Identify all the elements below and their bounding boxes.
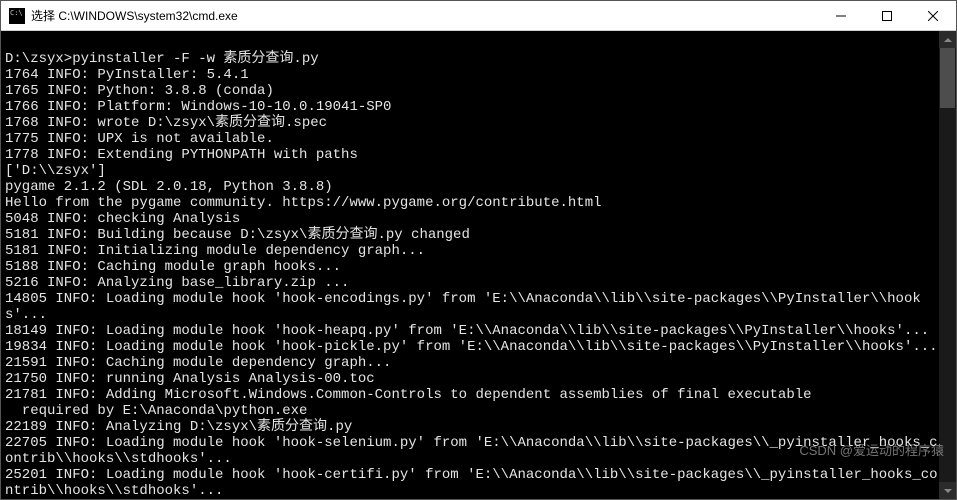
scroll-track[interactable] bbox=[939, 48, 956, 482]
terminal-area: D:\zsyx>pyinstaller -F -w 素质分查询.py 1764 … bbox=[1, 31, 956, 499]
close-button[interactable] bbox=[910, 1, 956, 31]
vertical-scrollbar[interactable] bbox=[939, 31, 956, 499]
minimize-icon bbox=[836, 11, 846, 21]
maximize-button[interactable] bbox=[864, 1, 910, 31]
titlebar[interactable]: 选择 C:\WINDOWS\system32\cmd.exe bbox=[1, 1, 956, 31]
cmd-window: 选择 C:\WINDOWS\system32\cmd.exe D:\zsyx>p… bbox=[0, 0, 957, 500]
maximize-icon bbox=[882, 11, 892, 21]
chevron-down-icon bbox=[944, 487, 952, 495]
scroll-up-button[interactable] bbox=[939, 31, 956, 48]
scroll-thumb[interactable] bbox=[940, 48, 955, 108]
close-icon bbox=[928, 11, 938, 21]
window-title: 选择 C:\WINDOWS\system32\cmd.exe bbox=[31, 7, 238, 24]
scroll-down-button[interactable] bbox=[939, 482, 956, 499]
chevron-up-icon bbox=[944, 36, 952, 44]
cmd-icon bbox=[9, 8, 25, 24]
terminal-output[interactable]: D:\zsyx>pyinstaller -F -w 素质分查询.py 1764 … bbox=[1, 31, 939, 499]
minimize-button[interactable] bbox=[818, 1, 864, 31]
